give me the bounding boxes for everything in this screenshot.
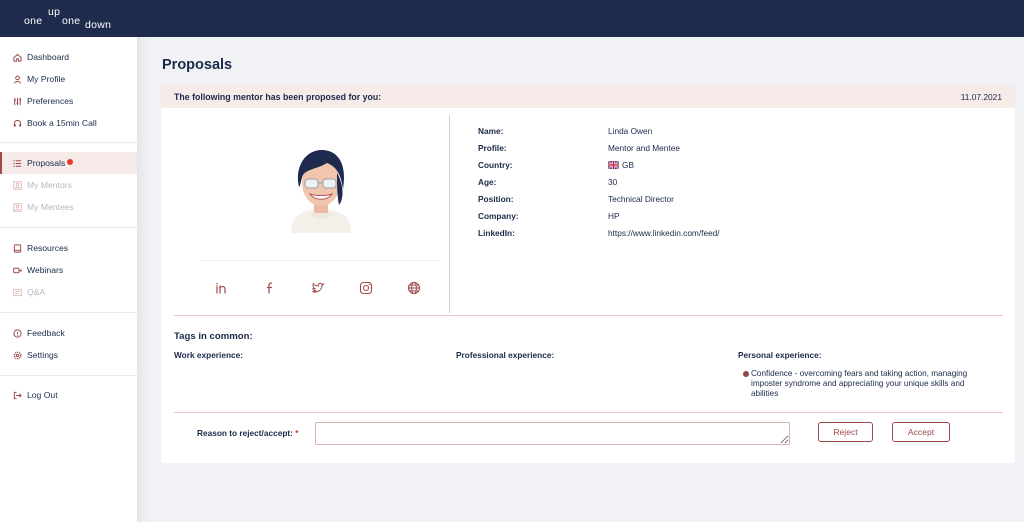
gear-icon (12, 350, 22, 360)
tags-title: Tags in common: (174, 331, 253, 342)
required-marker: * (295, 428, 299, 438)
sidebar-item-label: Log Out (27, 390, 58, 400)
sidebar-item-preferences[interactable]: Preferences (0, 90, 137, 112)
sidebar-item-label: My Profile (27, 74, 66, 84)
sidebar-divider (0, 142, 137, 143)
reason-input[interactable] (315, 422, 790, 445)
section-divider (174, 412, 1003, 413)
sidebar-item-dashboard[interactable]: Dashboard (0, 46, 137, 68)
section-divider (174, 315, 1003, 316)
sidebar-item-my-profile[interactable]: My Profile (0, 68, 137, 90)
top-bar: one up one down (0, 0, 1024, 37)
sidebar-item-label: Book a 15min Call (27, 118, 97, 128)
company-value: HP (608, 211, 620, 221)
sidebar-item-proposals[interactable]: Proposals (0, 152, 137, 174)
country-value: GB (622, 160, 634, 170)
tag-text: Confidence - overcoming fears and taking… (751, 369, 968, 398)
sidebar-item-label: My Mentors (27, 180, 72, 190)
age-value: 30 (608, 177, 618, 187)
name-label: Name: (478, 126, 504, 136)
sidebar-divider (0, 375, 137, 376)
app-logo[interactable]: one up one down (24, 6, 124, 31)
linkedin-label: LinkedIn: (478, 228, 515, 238)
sidebar-item-webinars[interactable]: Webinars (0, 259, 137, 281)
sidebar-item-log-out[interactable]: Log Out (0, 384, 137, 406)
proposal-date: 11.07.2021 (960, 92, 1002, 102)
sidebar-item-resources[interactable]: Resources (0, 237, 137, 259)
sliders-icon (12, 96, 22, 106)
sidebar-item-feedback[interactable]: Feedback (0, 322, 137, 344)
sidebar-item-my-mentees: My Mentees (0, 196, 137, 218)
banner-text: The following mentor has been proposed f… (174, 92, 382, 102)
avatar (281, 143, 361, 233)
profile-label: Profile: (478, 143, 507, 153)
twitter-icon[interactable] (311, 281, 325, 295)
profile-value: Mentor and Mentee (608, 143, 680, 153)
accept-button[interactable]: Accept (892, 422, 950, 442)
sidebar-item-label: Webinars (27, 265, 64, 275)
country-field: GB (607, 160, 634, 170)
proposal-card: The following mentor has been proposed f… (161, 85, 1015, 463)
profile-divider (449, 115, 450, 313)
list-icon (12, 158, 22, 168)
sidebar-item-qa: Q&A (0, 281, 137, 303)
linkedin-value[interactable]: https://www.linkedin.com/feed/ (608, 228, 720, 238)
sidebar-item-label: Preferences (27, 96, 74, 106)
work-experience-label: Work experience: (174, 350, 244, 360)
reason-label: Reason to reject/accept: * (197, 428, 298, 438)
people-icon (12, 202, 22, 212)
notification-dot (67, 159, 74, 165)
sidebar-divider (0, 227, 137, 228)
globe-icon[interactable] (407, 281, 421, 295)
logo-word-down: down (85, 19, 112, 31)
tag-bullet-icon (743, 371, 749, 377)
people-icon (12, 180, 22, 190)
book-icon (12, 243, 22, 253)
proposal-banner: The following mentor has been proposed f… (161, 85, 1015, 108)
social-divider (201, 260, 439, 261)
sidebar-item-book-call[interactable]: Book a 15min Call (0, 112, 137, 134)
position-label: Position: (478, 194, 514, 204)
company-label: Company: (478, 211, 519, 221)
sidebar: Dashboard My Profile Preferences Book a … (0, 37, 138, 522)
video-icon (12, 265, 22, 275)
professional-experience-label: Professional experience: (456, 350, 555, 360)
home-icon (12, 52, 22, 62)
logo-word-one-2: one (62, 15, 81, 27)
sidebar-divider (0, 312, 137, 313)
sidebar-item-my-mentors: My Mentors (0, 174, 137, 196)
sidebar-item-label: Resources (27, 243, 69, 253)
sidebar-item-label: Proposals (27, 158, 66, 168)
sidebar-shadow (138, 37, 148, 522)
instagram-icon[interactable] (359, 281, 373, 295)
sidebar-item-label: Feedback (27, 328, 65, 338)
facebook-icon[interactable] (263, 281, 277, 295)
page-title: Proposals (162, 57, 233, 73)
age-label: Age: (478, 177, 497, 187)
sidebar-item-label: My Mentees (27, 202, 74, 212)
reject-button[interactable]: Reject (818, 422, 873, 442)
headset-icon (12, 118, 22, 128)
personal-experience-label: Personal experience: (738, 350, 822, 360)
feedback-icon (12, 328, 22, 338)
sidebar-item-label: Settings (27, 350, 59, 360)
name-value: Linda Owen (608, 126, 653, 136)
sidebar-item-label: Dashboard (27, 52, 70, 62)
tag-item: Confidence - overcoming fears and taking… (743, 369, 983, 399)
logo-word-one: one (24, 15, 43, 27)
linkedin-icon[interactable] (215, 281, 229, 295)
reason-label-text: Reason to reject/accept: (197, 428, 293, 438)
user-icon (12, 74, 22, 84)
uk-flag-icon (607, 160, 620, 170)
position-value: Technical Director (608, 194, 674, 204)
country-label: Country: (478, 160, 513, 170)
sidebar-item-label: Q&A (27, 287, 46, 297)
logout-icon (12, 390, 22, 400)
qa-icon (12, 287, 22, 297)
logo-word-up: up (48, 6, 61, 18)
sidebar-item-settings[interactable]: Settings (0, 344, 137, 366)
